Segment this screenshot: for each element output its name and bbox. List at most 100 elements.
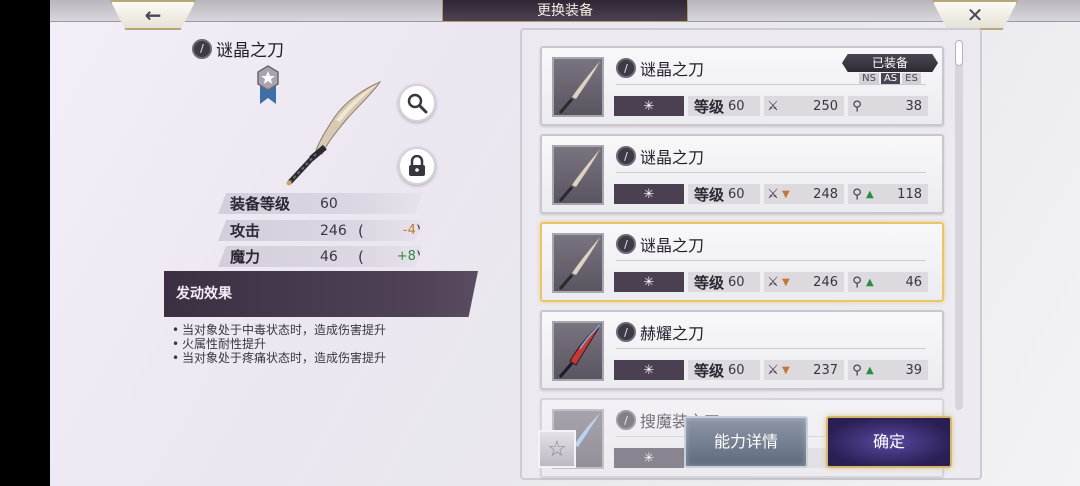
arrow-up-icon: ▲ [866,276,874,288]
level-value: 60 [728,362,745,378]
element-icon: ✳ [614,448,684,468]
level-value: 60 [728,186,745,202]
card-item-name: 谜晶之刀 [640,148,705,167]
magic-value: 46 [905,274,922,290]
sword-type-icon: / [192,38,212,59]
stat-value: 46 [320,248,338,265]
stat-value: 246 [320,222,347,239]
element-icon: ✳ [614,272,684,292]
equipment-card[interactable]: / 赫耀之刀 ✳ 等级 60 ⚔ ▼ 237 ⚲ ▲ 39 [540,310,944,390]
level-value: 60 [728,274,745,290]
wand-stat-icon: ⚲ [852,98,862,114]
curved-blade-icon [558,149,600,202]
arrow-down-icon: ▼ [782,188,790,200]
wand-stat-icon: ⚲ [852,362,862,378]
equipment-card-selected[interactable]: / 谜晶之刀 ✳ 等级 60 ⚔ ▼ 246 ⚲ ▲ 46 [540,222,944,302]
stat-row-level: 装备等级 60 [218,193,423,214]
stat-label: 攻击 [230,222,261,240]
card-stat-strip: ✳ 等级 60 ⚔ ▼ 237 ⚲ ▲ 39 [614,359,932,381]
card-item-name: 赫耀之刀 [640,324,705,343]
element-icon: ✳ [614,96,684,116]
equipped-badge: 已装备 NS AS ES [842,54,938,88]
attack-value: 237 [813,362,838,378]
arrow-up-icon: ▲ [866,188,874,200]
weapon-thumbnail [552,321,604,381]
attack-stat: ⚔ ▼ 237 [764,360,844,380]
stat-row-magic: 魔力 46 ( +8 ) [218,246,423,267]
stat-diff: -4 [402,223,416,238]
attack-value: 250 [813,98,838,114]
wand-stat-icon: ⚲ [852,186,862,202]
red-blade-icon [558,324,601,378]
stat-value: 60 [320,195,338,212]
equipment-card[interactable]: / 谜晶之刀 ✳ 等级 60 ⚔ ▼ 248 ⚲ ▲ 118 [540,134,944,214]
weapon-thumbnail [552,145,604,205]
weapon-large-image [286,80,382,186]
level-value: 60 [728,98,745,114]
sword-type-icon: / [616,410,636,430]
level-label: 等级 [694,361,725,380]
effect-header: 发动效果 [164,271,478,317]
stat-label: 魔力 [230,248,261,266]
back-button[interactable]: ← [110,0,196,30]
arrow-down-icon: ▼ [782,276,790,288]
sword-type-icon: / [616,58,636,78]
close-button[interactable]: ✕ [932,0,1018,30]
sword-type-icon: / [616,234,636,254]
magic-stat: ⚲ ▲ 46 [848,272,928,292]
magic-value: 118 [897,186,922,202]
attack-stat: ⚔ 250 [764,96,844,116]
level-label: 等级 [694,185,725,204]
list-scrollbar[interactable] [955,40,963,410]
element-icon: ✳ [614,360,684,380]
sword-stat-icon: ⚔ [767,362,779,378]
magnifier-icon [407,93,428,114]
sword-stat-icon: ⚔ [767,98,779,114]
effect-item: 当对象处于疼痛状态时，造成伤害提升 [172,351,492,365]
card-stat-strip: ✳ 等级 60 ⚔ 250 ⚲ 38 [614,95,932,117]
attack-value: 248 [813,186,838,202]
card-stat-strip: ✳ 等级 60 ⚔ ▼ 246 ⚲ ▲ 46 [614,271,932,293]
confirm-button[interactable]: 确定 [826,416,952,468]
favorite-button[interactable]: ☆ [538,430,576,468]
equipment-card[interactable]: / 谜晶之刀 已装备 NS AS ES ✳ 等级 60 ⚔ 250 ⚲ 38 [540,46,944,126]
card-stat-strip: ✳ 等级 60 ⚔ ▼ 248 ⚲ ▲ 118 [614,183,932,205]
zoom-button[interactable] [398,84,436,122]
magic-stat: ⚲ ▲ 39 [848,360,928,380]
attack-stat: ⚔ ▼ 246 [764,272,844,292]
card-item-name: 谜晶之刀 [640,60,705,79]
stat-label: 装备等级 [230,195,291,213]
wand-stat-icon: ⚲ [852,274,862,290]
curved-blade-icon [558,237,600,290]
sword-stat-icon: ⚔ [767,274,779,290]
ability-detail-button[interactable]: 能力详情 [684,416,808,468]
element-icon: ✳ [614,184,684,204]
magic-value: 38 [905,98,922,114]
level-label: 等级 [694,273,725,292]
equipped-label: 已装备 [842,54,938,72]
sword-type-icon: / [616,322,636,342]
effect-item: 火属性耐性提升 [172,337,492,351]
stat-diff: +8 [396,249,416,264]
curved-blade-icon [558,61,600,114]
star-icon: ☆ [547,436,567,462]
sword-stat-icon: ⚔ [767,186,779,202]
magic-stat: ⚲ 38 [848,96,928,116]
detail-item-name: 谜晶之刀 [216,41,284,61]
lock-icon [409,155,425,176]
stat-row-attack: 攻击 246 ( -4 ) [218,220,423,241]
back-arrow-icon: ← [144,3,162,27]
lock-button[interactable] [398,147,436,185]
sword-type-icon: / [616,146,636,166]
weapon-thumbnail [552,233,604,293]
arrow-up-icon: ▲ [866,364,874,376]
scroll-thumb[interactable] [955,40,963,66]
effect-list: 当对象处于中毒状态时，造成伤害提升 火属性耐性提升 当对象处于疼痛状态时，造成伤… [172,323,492,365]
attack-value: 246 [813,274,838,290]
close-icon: ✕ [966,3,984,27]
level-label: 等级 [694,97,725,116]
magic-value: 39 [905,362,922,378]
equipment-screen: ← 更换装备 ✕ / 谜晶之刀 装备等级 60 攻击 246 (-4) 魔力… [50,0,1080,486]
attack-stat: ⚔ ▼ 248 [764,184,844,204]
arrow-down-icon: ▼ [782,364,790,376]
